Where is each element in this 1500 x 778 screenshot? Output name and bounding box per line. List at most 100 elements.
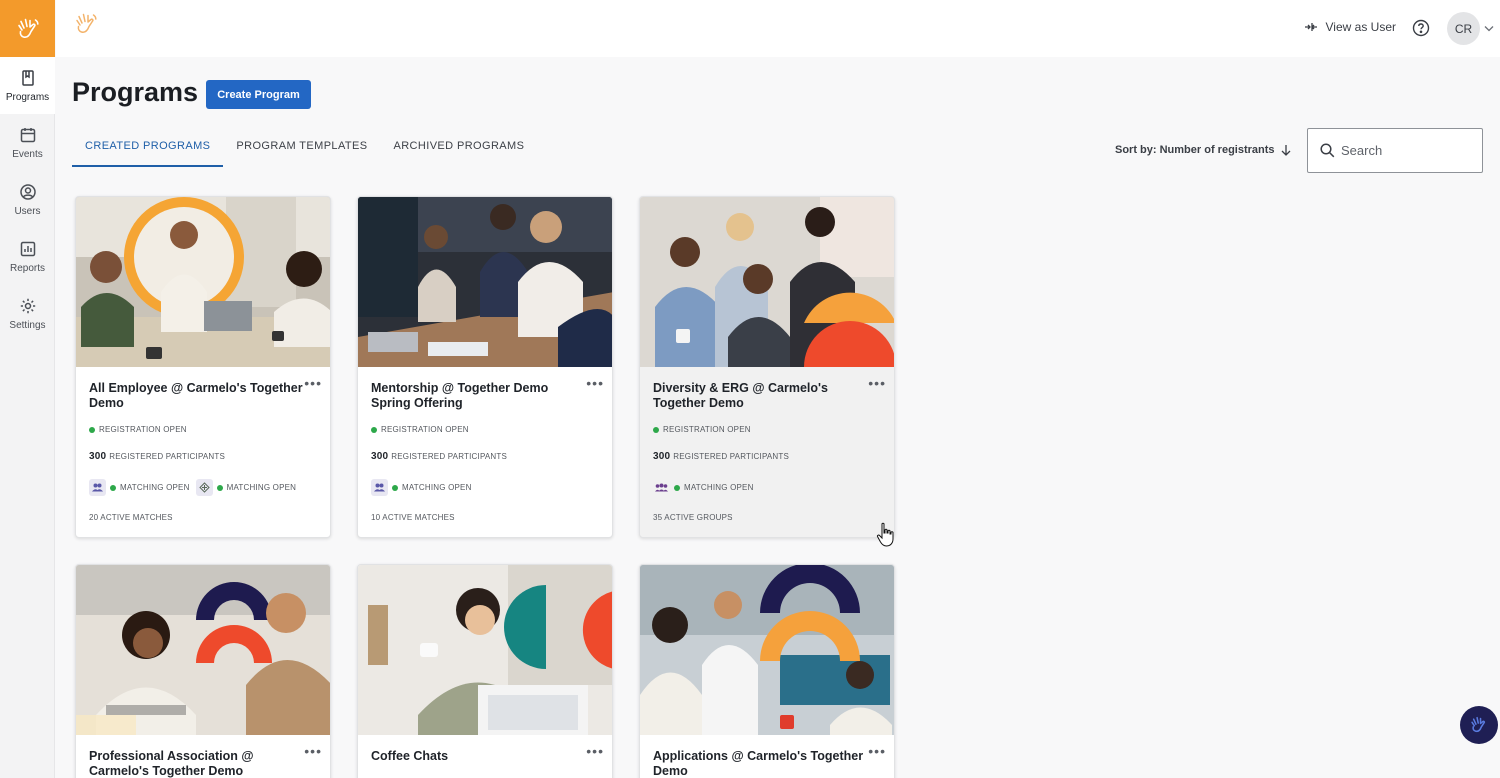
- matching-chip: MATCHING OPEN: [89, 479, 190, 496]
- sidebar-item-reports[interactable]: Reports: [0, 228, 55, 285]
- chat-widget-button[interactable]: [1460, 706, 1498, 744]
- status-label: REGISTRATION OPEN: [663, 425, 751, 434]
- status-dot-icon: [216, 484, 223, 491]
- program-cover-image: [76, 197, 330, 367]
- matching-chip: MATCHING OPEN: [371, 479, 472, 496]
- program-cover-image: [640, 197, 894, 367]
- search-input[interactable]: [1341, 143, 1461, 158]
- sidebar-item-label: Events: [12, 148, 43, 160]
- participants-count: 300 REGISTERED PARTICIPANTS: [89, 451, 225, 462]
- swap-arrows-icon: [1304, 23, 1317, 31]
- view-as-user-label: View as User: [1325, 20, 1396, 34]
- people-icon: [89, 479, 106, 496]
- active-matches: 20 ACTIVE MATCHES: [89, 513, 173, 522]
- matching-chip: MATCHING OPEN: [195, 479, 297, 496]
- tab-archived-programs[interactable]: ARCHIVED PROGRAMS: [380, 134, 537, 167]
- sidebar-item-label: Users: [14, 205, 41, 217]
- arrow-down-icon: [1281, 145, 1290, 156]
- matching-status-row: MATCHING OPEN: [371, 479, 472, 496]
- program-tabs: CREATED PROGRAMS PROGRAM TEMPLATES ARCHI…: [72, 134, 537, 167]
- gear-icon: [20, 298, 35, 313]
- registration-status: REGISTRATION OPEN: [89, 425, 187, 434]
- help-icon[interactable]: [1412, 19, 1430, 37]
- sidebar: Programs Events Users Reports Settings: [0, 0, 55, 778]
- participants-number: 300: [371, 451, 389, 462]
- program-title: Applications @ Carmelo's Together Demo: [653, 749, 864, 778]
- program-title: All Employee @ Carmelo's Together Demo: [89, 381, 303, 410]
- registration-status: REGISTRATION OPEN: [371, 425, 469, 434]
- avatar[interactable]: CR: [1447, 12, 1480, 45]
- search-icon: [1320, 143, 1335, 158]
- status-dot-icon: [89, 426, 95, 433]
- program-title: Coffee Chats: [371, 749, 449, 763]
- brand-logo[interactable]: [0, 0, 55, 57]
- page-title: Programs: [72, 77, 199, 107]
- matching-status-row: MATCHING OPEN: [653, 479, 754, 496]
- waving-hand-icon[interactable]: [73, 11, 99, 37]
- sidebar-item-programs[interactable]: Programs: [0, 57, 55, 114]
- book-icon: [21, 69, 34, 86]
- more-options-icon[interactable]: •••: [586, 375, 604, 391]
- avatar-initials: CR: [1454, 21, 1473, 36]
- view-as-user-button[interactable]: View as User: [1304, 20, 1396, 34]
- more-options-icon[interactable]: •••: [304, 743, 322, 759]
- program-cover-image: [76, 565, 330, 735]
- sort-label: Sort by: Number of registrants: [1115, 144, 1275, 156]
- active-matches: 10 ACTIVE MATCHES: [371, 513, 455, 522]
- program-cover-image: [358, 565, 612, 735]
- topbar: View as User CR: [56, 0, 1500, 57]
- sort-dropdown[interactable]: Sort by: Number of registrants: [1115, 144, 1291, 156]
- matching-label: MATCHING OPEN: [120, 483, 190, 492]
- more-options-icon[interactable]: •••: [868, 375, 886, 391]
- program-title: Mentorship @ Together Demo Spring Offeri…: [371, 381, 549, 410]
- participants-count: 300 REGISTERED PARTICIPANTS: [371, 451, 507, 462]
- participants-label: REGISTERED PARTICIPANTS: [109, 452, 226, 461]
- chevron-down-icon[interactable]: [1484, 25, 1494, 32]
- sidebar-item-settings[interactable]: Settings: [0, 285, 55, 342]
- matching-status-row: MATCHING OPEN MATCHING OPEN: [89, 479, 296, 496]
- program-cover-image: [358, 197, 612, 367]
- matching-chip: MATCHING OPEN: [653, 479, 754, 496]
- matching-label: MATCHING OPEN: [402, 483, 472, 492]
- sidebar-item-label: Programs: [5, 91, 50, 103]
- participants-count: 300 REGISTERED PARTICIPANTS: [653, 451, 789, 462]
- program-card[interactable]: Mentorship @ Together Demo Spring Offeri…: [357, 196, 613, 538]
- search-box[interactable]: [1307, 128, 1483, 173]
- sidebar-item-events[interactable]: Events: [0, 114, 55, 171]
- participants-label: REGISTERED PARTICIPANTS: [391, 452, 508, 461]
- program-title: Professional Association @ Carmelo's Tog…: [89, 749, 254, 778]
- participants-number: 300: [653, 451, 671, 462]
- matching-label: MATCHING OPEN: [226, 483, 297, 492]
- sidebar-item-label: Settings: [9, 319, 46, 331]
- program-card[interactable]: Coffee Chats •••: [357, 564, 613, 778]
- program-card[interactable]: Diversity & ERG @ Carmelo's Together Dem…: [639, 196, 895, 538]
- more-options-icon[interactable]: •••: [304, 375, 322, 391]
- status-dot-icon: [653, 426, 659, 433]
- tab-created-programs[interactable]: CREATED PROGRAMS: [72, 134, 224, 167]
- status-dot-icon: [674, 484, 680, 491]
- sidebar-item-users[interactable]: Users: [0, 171, 55, 228]
- program-card[interactable]: Applications @ Carmelo's Together Demo •…: [639, 564, 895, 778]
- status-label: REGISTRATION OPEN: [99, 425, 187, 434]
- more-options-icon[interactable]: •••: [586, 743, 604, 759]
- waving-hand-icon: [17, 18, 39, 38]
- waving-hand-icon: [1471, 716, 1486, 733]
- active-groups: 35 ACTIVE GROUPS: [653, 513, 733, 522]
- registration-status: REGISTRATION OPEN: [653, 425, 751, 434]
- status-dot-icon: [392, 484, 398, 491]
- more-options-icon[interactable]: •••: [868, 743, 886, 759]
- participants-number: 300: [89, 451, 107, 462]
- network-icon: [195, 479, 213, 496]
- sidebar-item-label: Reports: [9, 262, 45, 274]
- calendar-icon: [20, 127, 35, 142]
- program-card[interactable]: All Employee @ Carmelo's Together Demo •…: [75, 196, 331, 538]
- participants-label: REGISTERED PARTICIPANTS: [673, 452, 790, 461]
- group-icon: [653, 479, 670, 496]
- status-label: REGISTRATION OPEN: [381, 425, 469, 434]
- status-dot-icon: [371, 426, 377, 433]
- program-card[interactable]: Professional Association @ Carmelo's Tog…: [75, 564, 331, 778]
- user-circle-icon: [19, 183, 36, 200]
- tab-program-templates[interactable]: PROGRAM TEMPLATES: [223, 134, 380, 167]
- bar-chart-icon: [20, 241, 35, 256]
- create-program-button[interactable]: Create Program: [206, 80, 311, 109]
